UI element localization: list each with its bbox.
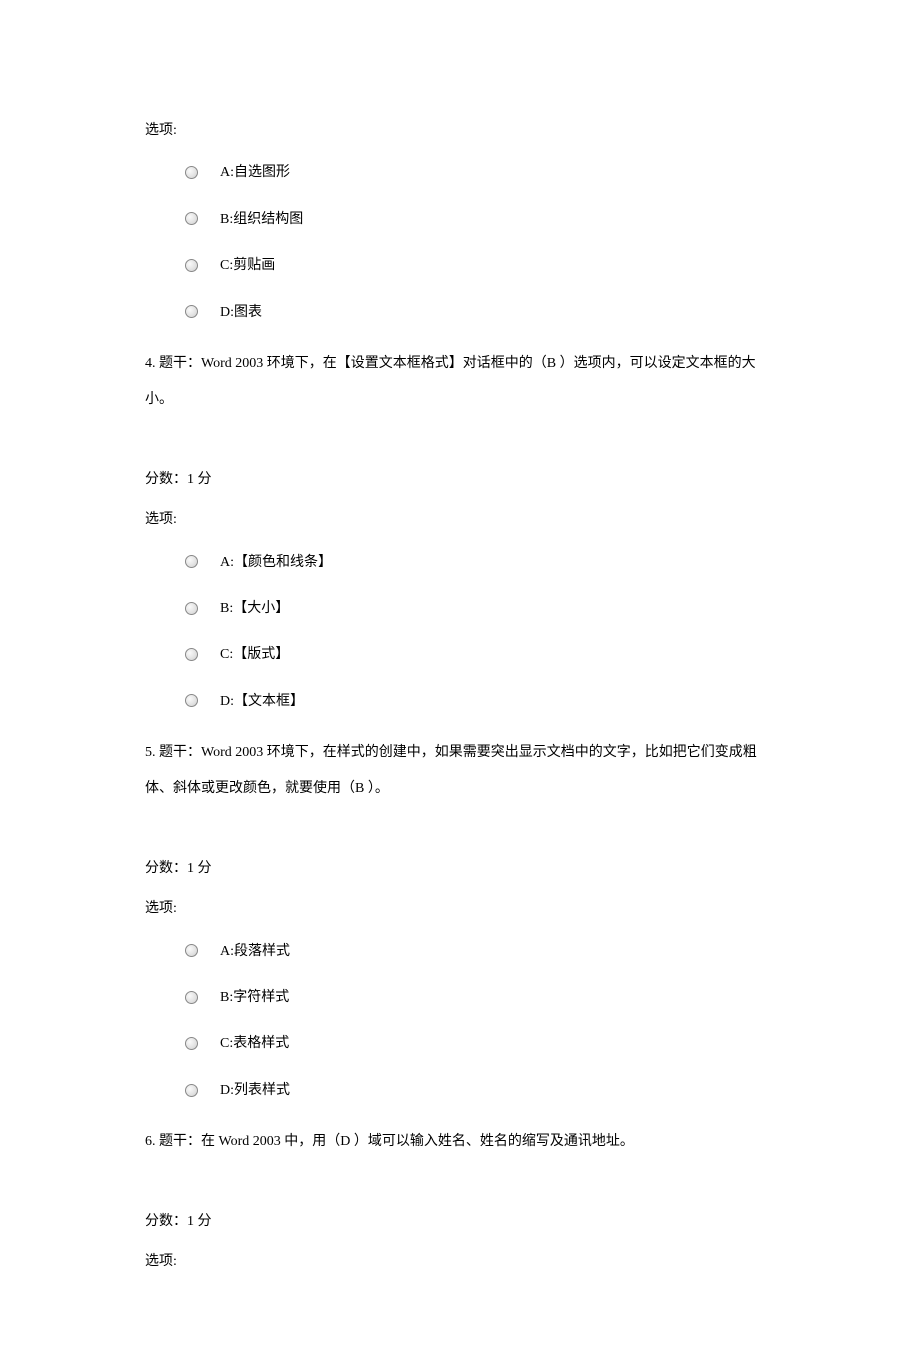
option-item: D:图表 bbox=[185, 300, 775, 324]
radio-icon[interactable] bbox=[185, 602, 198, 615]
radio-icon[interactable] bbox=[185, 259, 198, 272]
option-text: B:【大小】 bbox=[220, 596, 289, 620]
radio-icon[interactable] bbox=[185, 694, 198, 707]
option-item: C:表格样式 bbox=[185, 1031, 775, 1055]
score-label: 分数：1 分 bbox=[145, 469, 775, 491]
score-label: 分数：1 分 bbox=[145, 858, 775, 880]
score-label: 分数：1 分 bbox=[145, 1211, 775, 1233]
option-text: C:剪贴画 bbox=[220, 253, 275, 277]
option-text: D:图表 bbox=[220, 300, 262, 324]
question-stem: 5. 题干：Word 2003 环境下，在样式的创建中，如果需要突出显示文档中的… bbox=[145, 735, 775, 808]
option-item: B:组织结构图 bbox=[185, 207, 775, 231]
radio-icon[interactable] bbox=[185, 944, 198, 957]
options-label: 选项: bbox=[145, 120, 775, 142]
radio-icon[interactable] bbox=[185, 212, 198, 225]
options-label: 选项: bbox=[145, 1251, 775, 1273]
option-text: A:【颜色和线条】 bbox=[220, 550, 332, 574]
radio-icon[interactable] bbox=[185, 991, 198, 1004]
option-item: A:段落样式 bbox=[185, 939, 775, 963]
option-text: A:段落样式 bbox=[220, 939, 290, 963]
question-stem: 4. 题干：Word 2003 环境下，在【设置文本框格式】对话框中的（B ）选… bbox=[145, 346, 775, 419]
radio-icon[interactable] bbox=[185, 555, 198, 568]
option-text: C:表格样式 bbox=[220, 1031, 289, 1055]
option-text: A:自选图形 bbox=[220, 160, 290, 184]
option-text: D:【文本框】 bbox=[220, 689, 304, 713]
options-label: 选项: bbox=[145, 898, 775, 920]
option-text: D:列表样式 bbox=[220, 1078, 290, 1102]
radio-icon[interactable] bbox=[185, 1084, 198, 1097]
question-stem: 6. 题干：在 Word 2003 中，用（D ）域可以输入姓名、姓名的缩写及通… bbox=[145, 1124, 775, 1160]
radio-icon[interactable] bbox=[185, 1037, 198, 1050]
option-item: B:【大小】 bbox=[185, 596, 775, 620]
radio-icon[interactable] bbox=[185, 648, 198, 661]
option-item: C:剪贴画 bbox=[185, 253, 775, 277]
option-item: A:【颜色和线条】 bbox=[185, 550, 775, 574]
option-item: D:列表样式 bbox=[185, 1078, 775, 1102]
option-text: C:【版式】 bbox=[220, 642, 289, 666]
radio-icon[interactable] bbox=[185, 305, 198, 318]
option-item: D:【文本框】 bbox=[185, 689, 775, 713]
option-text: B:组织结构图 bbox=[220, 207, 303, 231]
option-item: A:自选图形 bbox=[185, 160, 775, 184]
options-label: 选项: bbox=[145, 509, 775, 531]
option-item: B:字符样式 bbox=[185, 985, 775, 1009]
option-text: B:字符样式 bbox=[220, 985, 289, 1009]
option-item: C:【版式】 bbox=[185, 642, 775, 666]
radio-icon[interactable] bbox=[185, 166, 198, 179]
